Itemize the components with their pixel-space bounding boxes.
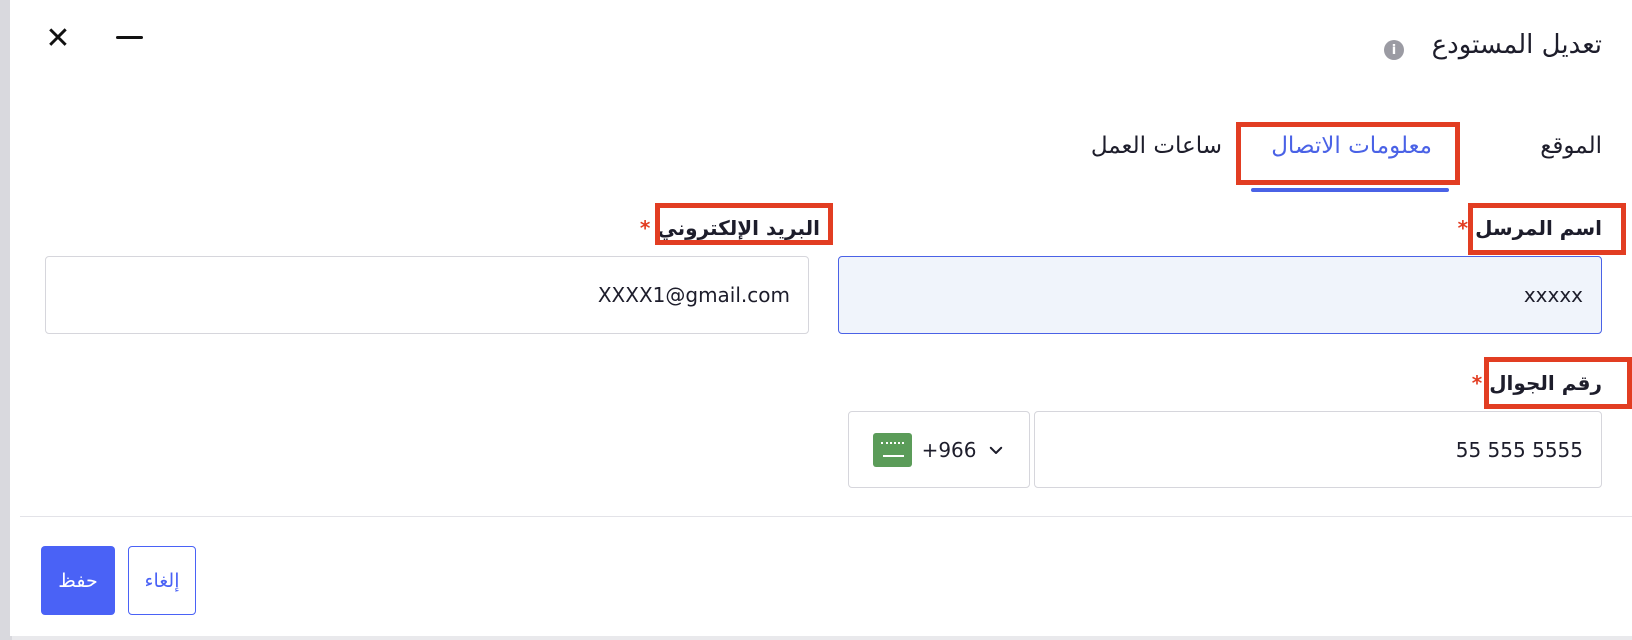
annotation-box-tab: [1236, 122, 1460, 185]
save-button[interactable]: حفظ: [41, 546, 115, 615]
footer-divider: [20, 516, 1632, 517]
active-tab-indicator: [1251, 188, 1449, 192]
info-icon[interactable]: i: [1384, 40, 1404, 60]
annotation-box-mobile: [1484, 357, 1632, 409]
cancel-button[interactable]: إلغاء: [128, 546, 196, 615]
minimize-icon[interactable]: [108, 18, 148, 58]
dial-code: +966: [921, 437, 977, 462]
edit-warehouse-dialog: ✕ تعديل المستودع i الموقع معلومات الاتصا…: [10, 0, 1632, 636]
chevron-down-icon: [987, 438, 1006, 462]
country-code-select[interactable]: +966: [848, 411, 1030, 488]
email-input[interactable]: XXXX1@gmail.com: [45, 256, 809, 334]
annotation-box-email: [655, 203, 833, 245]
annotation-box-sender-name: [1468, 203, 1626, 255]
mobile-input[interactable]: 55 555 5555: [1034, 411, 1602, 488]
sender-name-input[interactable]: xxxxx: [838, 256, 1602, 334]
saudi-flag-icon: [873, 432, 912, 467]
dialog-title: تعديل المستودع: [1431, 30, 1602, 60]
close-icon[interactable]: ✕: [38, 18, 78, 58]
tab-working-hours[interactable]: ساعات العمل: [1091, 133, 1222, 159]
tab-location[interactable]: الموقع: [1540, 133, 1602, 159]
